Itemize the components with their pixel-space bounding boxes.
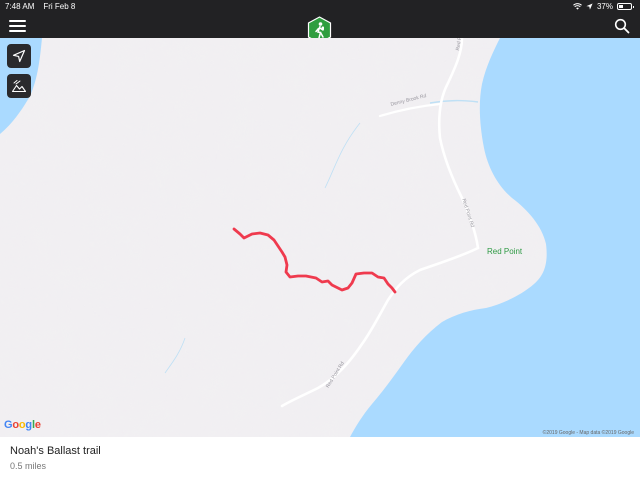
location-services-icon — [586, 3, 593, 10]
battery-percent: 37% — [596, 2, 613, 11]
terrain-layer-button[interactable] — [7, 74, 31, 98]
status-left: 7:48 AM Fri Feb 8 — [5, 2, 75, 11]
app-screen: 7:48 AM Fri Feb 8 37% Denny Brook Rd Red… — [0, 0, 640, 480]
terrain-layer-icon — [11, 80, 27, 93]
status-date: Fri Feb 8 — [43, 2, 76, 11]
status-right: 37% — [573, 2, 634, 11]
trail-distance: 0.5 miles — [10, 461, 47, 471]
poi-label-red-point[interactable]: Red Point — [487, 247, 522, 256]
trail-name: Noah's Ballast trail — [10, 445, 101, 457]
wifi-icon — [573, 3, 582, 10]
battery-icon — [617, 3, 634, 10]
trail-info-panel[interactable]: Noah's Ballast trail 0.5 miles — [0, 437, 640, 480]
google-logo: Google — [4, 419, 41, 431]
location-arrow-icon — [12, 49, 26, 63]
battery-level — [619, 5, 624, 8]
trail-map[interactable]: Red Point Rd Denny Brook Rd Red Point Rd… — [0, 38, 640, 437]
recenter-location-button[interactable] — [7, 44, 31, 68]
hamburger-menu-icon[interactable] — [9, 19, 27, 33]
status-time: 7:48 AM — [5, 2, 35, 11]
search-icon[interactable] — [614, 18, 630, 34]
map-attribution[interactable]: ©2019 Google - Map data ©2019 Google — [543, 430, 634, 436]
top-nav-bar — [0, 14, 640, 44]
map-canvas — [0, 38, 640, 437]
status-bar: 7:48 AM Fri Feb 8 37% — [0, 0, 640, 14]
